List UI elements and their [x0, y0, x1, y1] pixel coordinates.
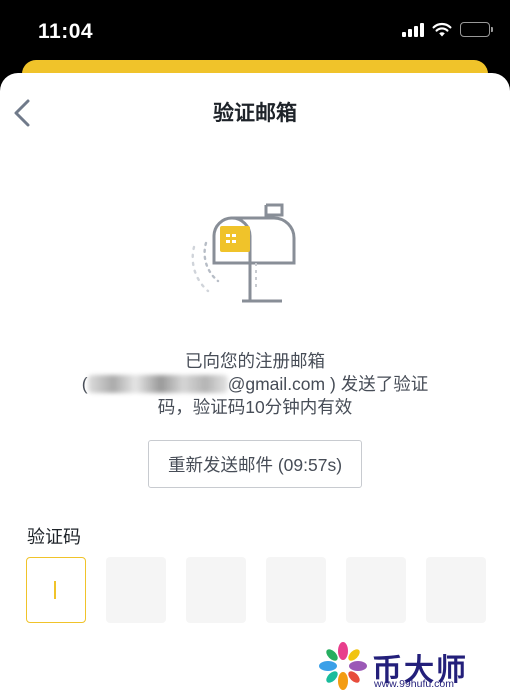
info-line-2-rest: ) 发送了验证 — [330, 374, 429, 394]
verification-info: 已向您的注册邮箱 ( @gmail.com ) 发送了验证 码，验证码10分钟内有… — [60, 350, 450, 419]
battery-icon — [460, 22, 493, 37]
text-caret — [54, 581, 56, 599]
paren-open: ( — [81, 374, 88, 394]
code-digit-box[interactable] — [106, 557, 166, 623]
resend-email-button[interactable]: 重新发送邮件 (09:57s) — [148, 440, 362, 488]
status-time: 11:04 — [38, 20, 94, 43]
code-input — [26, 557, 486, 623]
watermark: 币大师 www.99hufu.com — [318, 641, 498, 691]
info-line-1: 已向您的注册邮箱 — [185, 351, 325, 371]
info-line-2: ( @gmail.com ) 发送了验证 — [60, 373, 450, 396]
cellular-signal-icon — [402, 22, 424, 37]
code-digit-box[interactable] — [26, 557, 86, 623]
code-digit-box[interactable] — [186, 557, 246, 623]
email-redaction — [87, 375, 228, 393]
code-digit-box[interactable] — [266, 557, 326, 623]
code-label: 验证码 — [27, 527, 81, 547]
mailbox-icon — [191, 203, 296, 303]
status-icons — [402, 22, 493, 37]
status-bar: 11:04 — [0, 0, 510, 62]
verify-email-sheet: 验证邮箱 已向您的注册邮箱 ( @gmail.com ) 发送了验证 码，验证码1… — [0, 73, 510, 696]
flower-logo-icon — [319, 642, 367, 690]
email-domain: @gmail.com — [227, 374, 326, 394]
info-line-3: 码，验证码10分钟内有效 — [157, 397, 353, 417]
code-digit-box[interactable] — [426, 557, 486, 623]
page-title: 验证邮箱 — [213, 102, 297, 125]
code-digit-box[interactable] — [346, 557, 406, 623]
watermark-url: www.99hufu.com — [374, 678, 454, 690]
wifi-icon — [432, 22, 452, 37]
